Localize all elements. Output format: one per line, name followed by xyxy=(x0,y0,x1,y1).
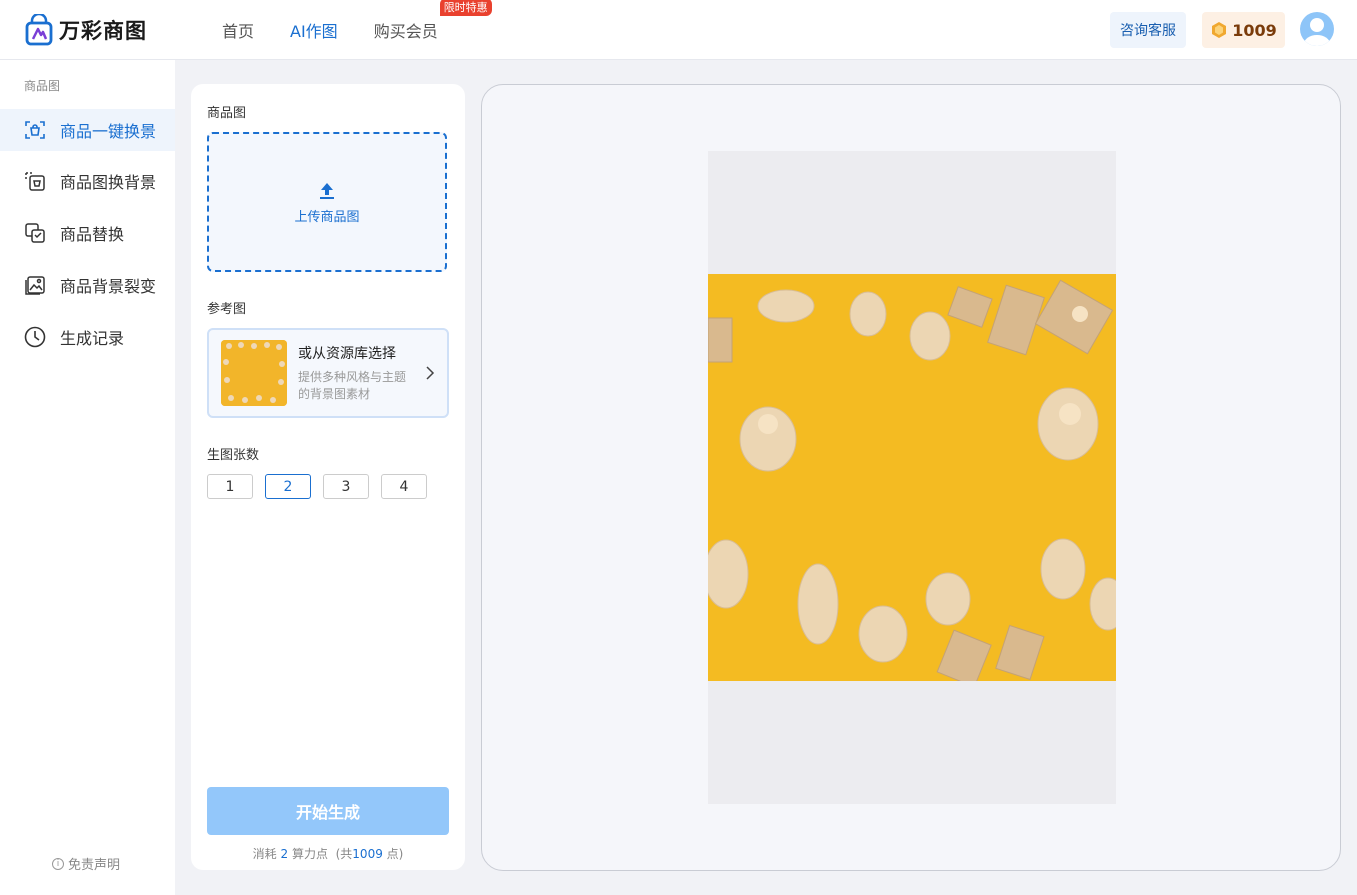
preview-canvas xyxy=(708,151,1116,804)
nav-ai-create[interactable]: AI作图 xyxy=(290,18,338,42)
sidebar: 商品图 商品一键换景 商品图换背景 商品替换 商品背景裂变 生成记录 i 免责声… xyxy=(0,60,175,895)
count-option-2[interactable]: 2 xyxy=(265,474,311,499)
sidebar-item-scene-swap[interactable]: 商品一键换景 xyxy=(0,109,175,151)
image-count-selector: 1 2 3 4 xyxy=(207,474,439,499)
coin-icon xyxy=(1212,22,1227,38)
cost-unit: 算力点 xyxy=(291,847,328,861)
chevron-right-icon xyxy=(426,366,435,380)
settings-panel: 商品图 上传商品图 参考图 或从资源库选择 提供多种风格与主题 的背景图素材 生… xyxy=(191,84,465,870)
cost-total-prefix: (共 xyxy=(335,847,353,861)
sidebar-item-replace-product[interactable]: 商品替换 xyxy=(0,212,175,254)
preview-area xyxy=(481,84,1341,871)
disclaimer-link[interactable]: i 免责声明 xyxy=(52,854,120,873)
reference-title: 或从资源库选择 xyxy=(298,346,396,362)
sidebar-item-label: 商品一键换景 xyxy=(60,122,157,141)
product-image-label: 商品图 xyxy=(207,106,247,121)
points-value: 1009 xyxy=(1232,20,1277,40)
replace-product-icon xyxy=(25,223,45,243)
reference-image-label: 参考图 xyxy=(207,302,247,317)
sidebar-item-label: 商品替换 xyxy=(60,225,125,244)
reference-desc-line1: 提供多种风格与主题 xyxy=(298,370,407,384)
background-variation-icon xyxy=(25,276,45,295)
cost-total: 1009 xyxy=(352,847,383,861)
sidebar-item-background-variation[interactable]: 商品背景裂变 xyxy=(0,264,175,306)
shopping-bag-logo-icon xyxy=(25,14,53,46)
upload-product-dropzone[interactable]: 上传商品图 xyxy=(207,132,447,272)
reference-library-picker[interactable]: 或从资源库选择 提供多种风格与主题 的背景图素材 xyxy=(207,328,449,418)
promo-badge: 限时特惠 xyxy=(439,0,492,16)
brand-name: 万彩商图 xyxy=(59,19,147,43)
count-option-3[interactable]: 3 xyxy=(323,474,369,499)
cost-total-suffix: 点) xyxy=(386,847,404,861)
top-header: 万彩商图 首页 AI作图 购买会员 限时特惠 咨询客服 1009 xyxy=(0,0,1357,60)
nav-buy-membership[interactable]: 购买会员 限时特惠 xyxy=(373,0,492,42)
upload-icon xyxy=(320,182,334,199)
sidebar-item-label: 商品图换背景 xyxy=(60,173,157,192)
upload-text: 上传商品图 xyxy=(294,209,360,225)
sidebar-caption: 商品图 xyxy=(24,79,61,93)
user-avatar[interactable] xyxy=(1300,12,1334,46)
brand-logo[interactable]: 万彩商图 xyxy=(25,13,147,47)
points-balance[interactable]: 1009 xyxy=(1202,12,1285,48)
reference-thumbnail xyxy=(221,340,287,406)
cost-info: 消耗 2 算力点 (共1009 点) xyxy=(191,845,465,862)
reference-texts: 或从资源库选择 提供多种风格与主题 的背景图素材 xyxy=(298,343,419,403)
cost-value: 2 xyxy=(280,847,289,861)
toys-thumbnail-image xyxy=(221,340,287,406)
swap-background-icon xyxy=(25,172,45,191)
reference-desc-line2: 的背景图素材 xyxy=(298,387,371,401)
consult-service-button[interactable]: 咨询客服 xyxy=(1110,12,1186,48)
count-option-1[interactable]: 1 xyxy=(207,474,253,499)
toys-scene-image xyxy=(708,274,1116,681)
scan-product-icon xyxy=(25,121,45,139)
info-icon: i xyxy=(52,857,64,870)
nav-home[interactable]: 首页 xyxy=(222,18,254,42)
sidebar-item-label: 生成记录 xyxy=(60,329,125,348)
count-option-4[interactable]: 4 xyxy=(381,474,427,499)
sidebar-item-change-background[interactable]: 商品图换背景 xyxy=(0,160,175,202)
sidebar-item-label: 商品背景裂变 xyxy=(60,277,157,296)
clock-icon xyxy=(24,326,46,348)
preview-image xyxy=(708,274,1116,681)
main-nav: 首页 AI作图 购买会员 限时特惠 xyxy=(222,0,492,60)
image-count-label: 生图张数 xyxy=(207,448,260,463)
cost-prefix: 消耗 xyxy=(252,847,277,861)
sidebar-item-history[interactable]: 生成记录 xyxy=(0,316,175,358)
disclaimer-label: 免责声明 xyxy=(68,858,121,873)
start-generate-button[interactable]: 开始生成 xyxy=(207,787,449,835)
nav-buy-membership-label: 购买会员 xyxy=(373,22,438,41)
user-icon xyxy=(1304,18,1330,46)
